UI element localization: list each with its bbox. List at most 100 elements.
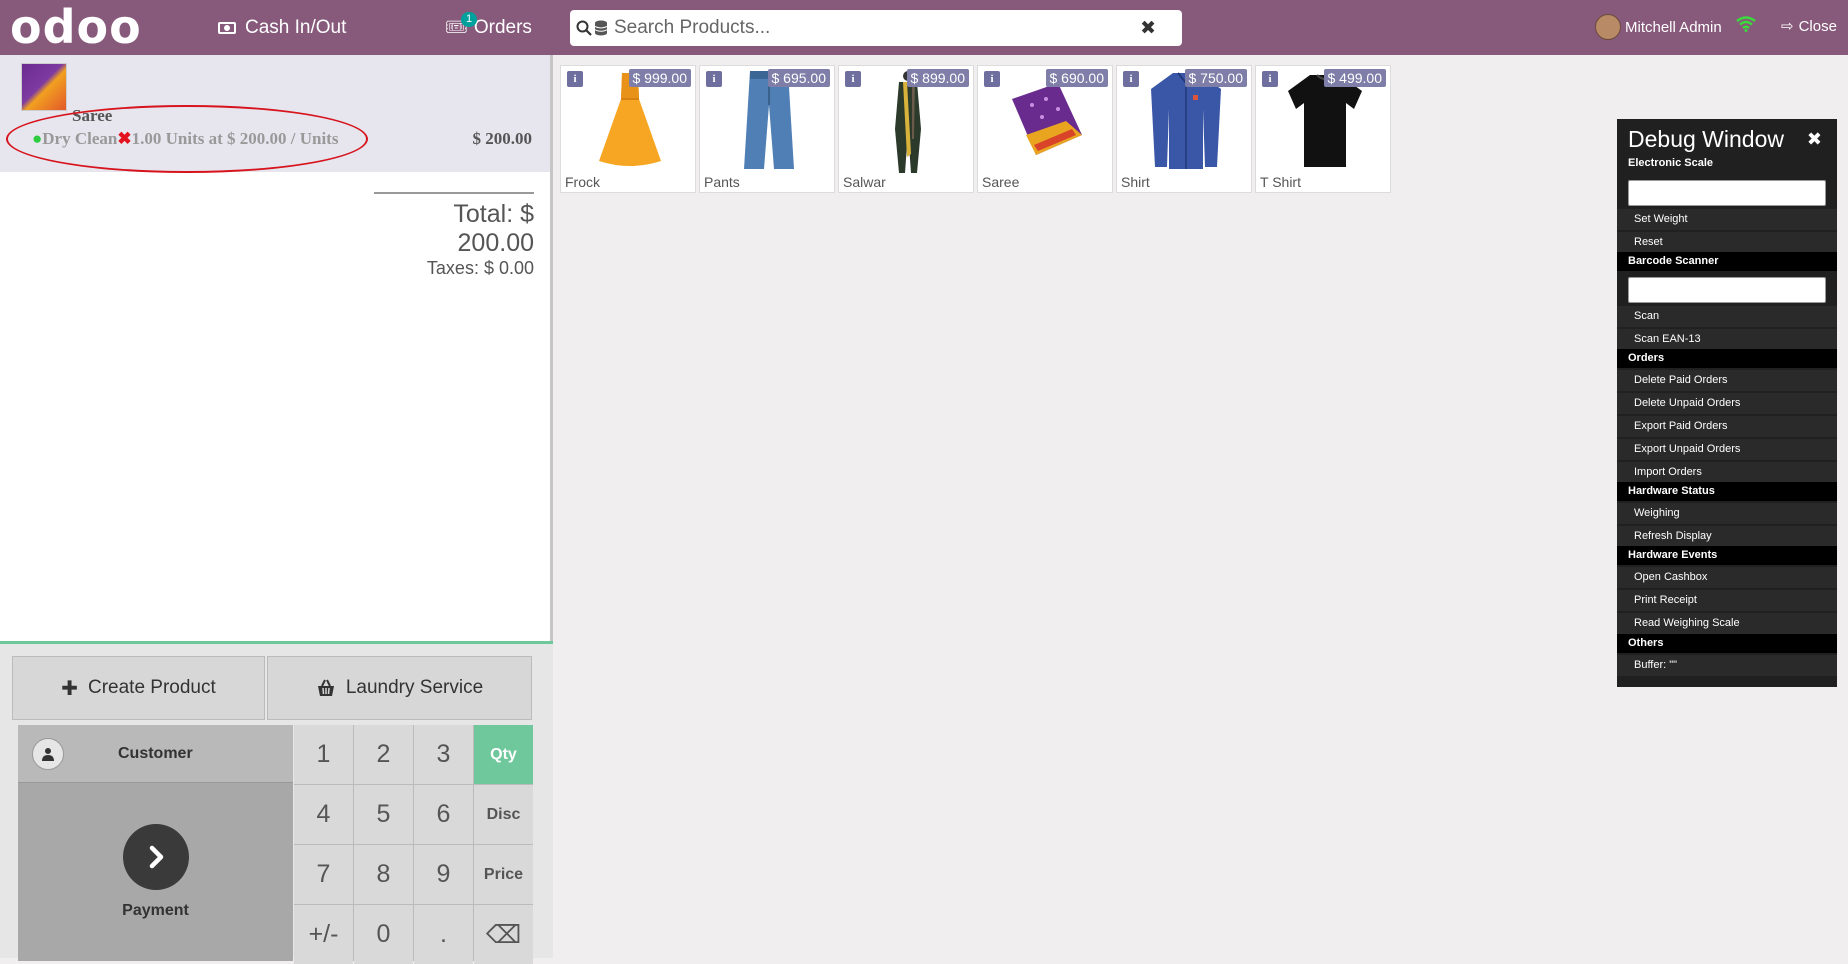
- numpad-key-9[interactable]: 9: [414, 845, 473, 904]
- control-panel: ✚ Create Product Laundry Service Custome…: [0, 641, 553, 964]
- section-hardware-status: Hardware Status: [1617, 482, 1837, 501]
- open-cashbox-button[interactable]: Open Cashbox: [1617, 567, 1837, 588]
- numpad: 1 2 3 Qty 4 5 6 Disc 7 8 9 Price +/- 0 .…: [294, 725, 533, 964]
- section-others: Others: [1617, 634, 1837, 653]
- search-icon: [576, 20, 592, 36]
- numpad-key-3[interactable]: 3: [414, 725, 473, 784]
- user-menu[interactable]: Mitchell Admin: [1595, 14, 1722, 40]
- qty-mode-button[interactable]: Qty: [474, 725, 533, 784]
- create-product-button[interactable]: ✚ Create Product: [12, 656, 265, 720]
- numpad-key-0[interactable]: 0: [354, 905, 413, 964]
- numpad-key-dot[interactable]: .: [414, 905, 473, 964]
- barcode-input[interactable]: [1628, 277, 1826, 303]
- numpad-key-plus-minus[interactable]: +/-: [294, 905, 353, 964]
- info-icon[interactable]: i: [567, 71, 583, 87]
- payment-label: Payment: [122, 902, 189, 919]
- cash-in-out-button[interactable]: Cash In/Out: [218, 0, 346, 55]
- disc-mode-button[interactable]: Disc: [474, 785, 533, 844]
- order-line-price: $ 200.00: [472, 129, 533, 148]
- clear-search-icon[interactable]: ✖: [1140, 17, 1156, 40]
- read-weighing-scale-button[interactable]: Read Weighing Scale: [1617, 613, 1837, 634]
- laundry-service-button[interactable]: Laundry Service: [267, 656, 532, 720]
- export-paid-orders-button[interactable]: Export Paid Orders: [1617, 416, 1837, 437]
- product-card-salwar[interactable]: i $ 899.00 Salwar: [838, 65, 974, 193]
- product-card-shirt[interactable]: i $ 750.00 Shirt: [1116, 65, 1252, 193]
- wifi-icon: [1736, 16, 1756, 37]
- debug-window: Debug Window ✖ Electronic Scale Set Weig…: [1617, 119, 1837, 687]
- buffer-display: Buffer: "": [1617, 655, 1837, 676]
- close-icon[interactable]: ✖: [1807, 129, 1822, 150]
- customer-button[interactable]: Customer: [18, 725, 293, 783]
- info-icon[interactable]: i: [1123, 71, 1139, 87]
- scan-ean13-button[interactable]: Scan EAN-13: [1617, 329, 1837, 350]
- orders-button[interactable]: 🎟 1 Orders: [445, 0, 532, 55]
- debug-window-title: Debug Window: [1628, 126, 1784, 152]
- delete-paid-orders-button[interactable]: Delete Paid Orders: [1617, 370, 1837, 391]
- action-pad: Customer Payment: [18, 725, 293, 961]
- info-icon[interactable]: i: [984, 71, 1000, 87]
- chevron-right-icon: [122, 824, 189, 890]
- product-name: Salwar: [843, 174, 886, 190]
- order-line[interactable]: Saree ● Dry Clean ✖ 1.00 Units at $ 200.…: [0, 55, 550, 173]
- product-card-t-shirt[interactable]: i $ 499.00 T Shirt: [1255, 65, 1391, 193]
- numpad-key-6[interactable]: 6: [414, 785, 473, 844]
- product-price: $ 999.00: [628, 69, 691, 87]
- user-name: Mitchell Admin: [1625, 18, 1722, 36]
- delete-unpaid-orders-button[interactable]: Delete Unpaid Orders: [1617, 393, 1837, 414]
- cash-in-out-label: Cash In/Out: [245, 16, 347, 38]
- database-icon: [594, 20, 608, 36]
- section-electronic-scale: Electronic Scale: [1628, 157, 1713, 169]
- payment-button[interactable]: Payment: [18, 783, 293, 961]
- plus-icon: ✚: [61, 677, 78, 700]
- product-price: $ 899.00: [906, 69, 969, 87]
- product-name: Frock: [565, 174, 600, 190]
- product-card-saree[interactable]: i $ 690.00 Saree: [977, 65, 1113, 193]
- weight-input[interactable]: [1628, 180, 1826, 206]
- avatar: [1595, 14, 1621, 40]
- scan-button[interactable]: Scan: [1617, 306, 1837, 327]
- product-price: $ 750.00: [1184, 69, 1247, 87]
- numpad-key-2[interactable]: 2: [354, 725, 413, 784]
- order-total: Total: $ 200.00: [453, 200, 534, 257]
- import-orders-button[interactable]: Import Orders: [1617, 462, 1837, 483]
- numpad-key-7[interactable]: 7: [294, 845, 353, 904]
- user-icon: [32, 737, 64, 770]
- product-card-frock[interactable]: i $ 999.00 Frock: [560, 65, 696, 193]
- product-name: Saree: [982, 174, 1020, 190]
- numpad-key-5[interactable]: 5: [354, 785, 413, 844]
- product-card-pants[interactable]: i $ 695.00 Pants: [699, 65, 835, 193]
- numpad-key-4[interactable]: 4: [294, 785, 353, 844]
- create-product-label: Create Product: [87, 677, 216, 698]
- highlight-annotation: [6, 105, 368, 173]
- info-icon[interactable]: i: [1262, 71, 1278, 87]
- product-name: T Shirt: [1260, 174, 1301, 190]
- weighing-status[interactable]: Weighing: [1617, 503, 1837, 524]
- search-bar: ✖: [570, 10, 1182, 46]
- order-summary: Total: $ 200.00 Taxes: $ 0.00: [374, 192, 534, 279]
- orders-label: Orders: [473, 16, 532, 38]
- reset-button[interactable]: Reset: [1617, 232, 1837, 253]
- info-icon[interactable]: i: [845, 71, 861, 87]
- customer-label: Customer: [118, 744, 193, 762]
- section-hardware-events: Hardware Events: [1617, 546, 1837, 565]
- cash-icon: [218, 21, 236, 34]
- numpad-key-8[interactable]: 8: [354, 845, 413, 904]
- numpad-key-1[interactable]: 1: [294, 725, 353, 784]
- close-button[interactable]: ⇨ Close: [1781, 17, 1837, 36]
- product-name: Pants: [704, 174, 740, 190]
- export-unpaid-orders-button[interactable]: Export Unpaid Orders: [1617, 439, 1837, 460]
- print-receipt-button[interactable]: Print Receipt: [1617, 590, 1837, 611]
- set-weight-button[interactable]: Set Weight: [1617, 209, 1837, 230]
- orders-count-badge: 1: [461, 12, 478, 27]
- refresh-display-button[interactable]: Refresh Display: [1617, 526, 1837, 547]
- info-icon[interactable]: i: [706, 71, 722, 87]
- section-barcode-scanner: Barcode Scanner: [1617, 252, 1837, 271]
- basket-icon: [316, 679, 336, 697]
- backspace-icon[interactable]: ⌫: [474, 905, 533, 964]
- price-mode-button[interactable]: Price: [474, 845, 533, 904]
- section-orders: Orders: [1617, 349, 1837, 368]
- odoo-logo: odoo: [10, 0, 142, 54]
- product-name: Shirt: [1121, 174, 1150, 190]
- sign-out-icon: ⇨: [1781, 18, 1794, 35]
- search-input[interactable]: [614, 17, 1134, 39]
